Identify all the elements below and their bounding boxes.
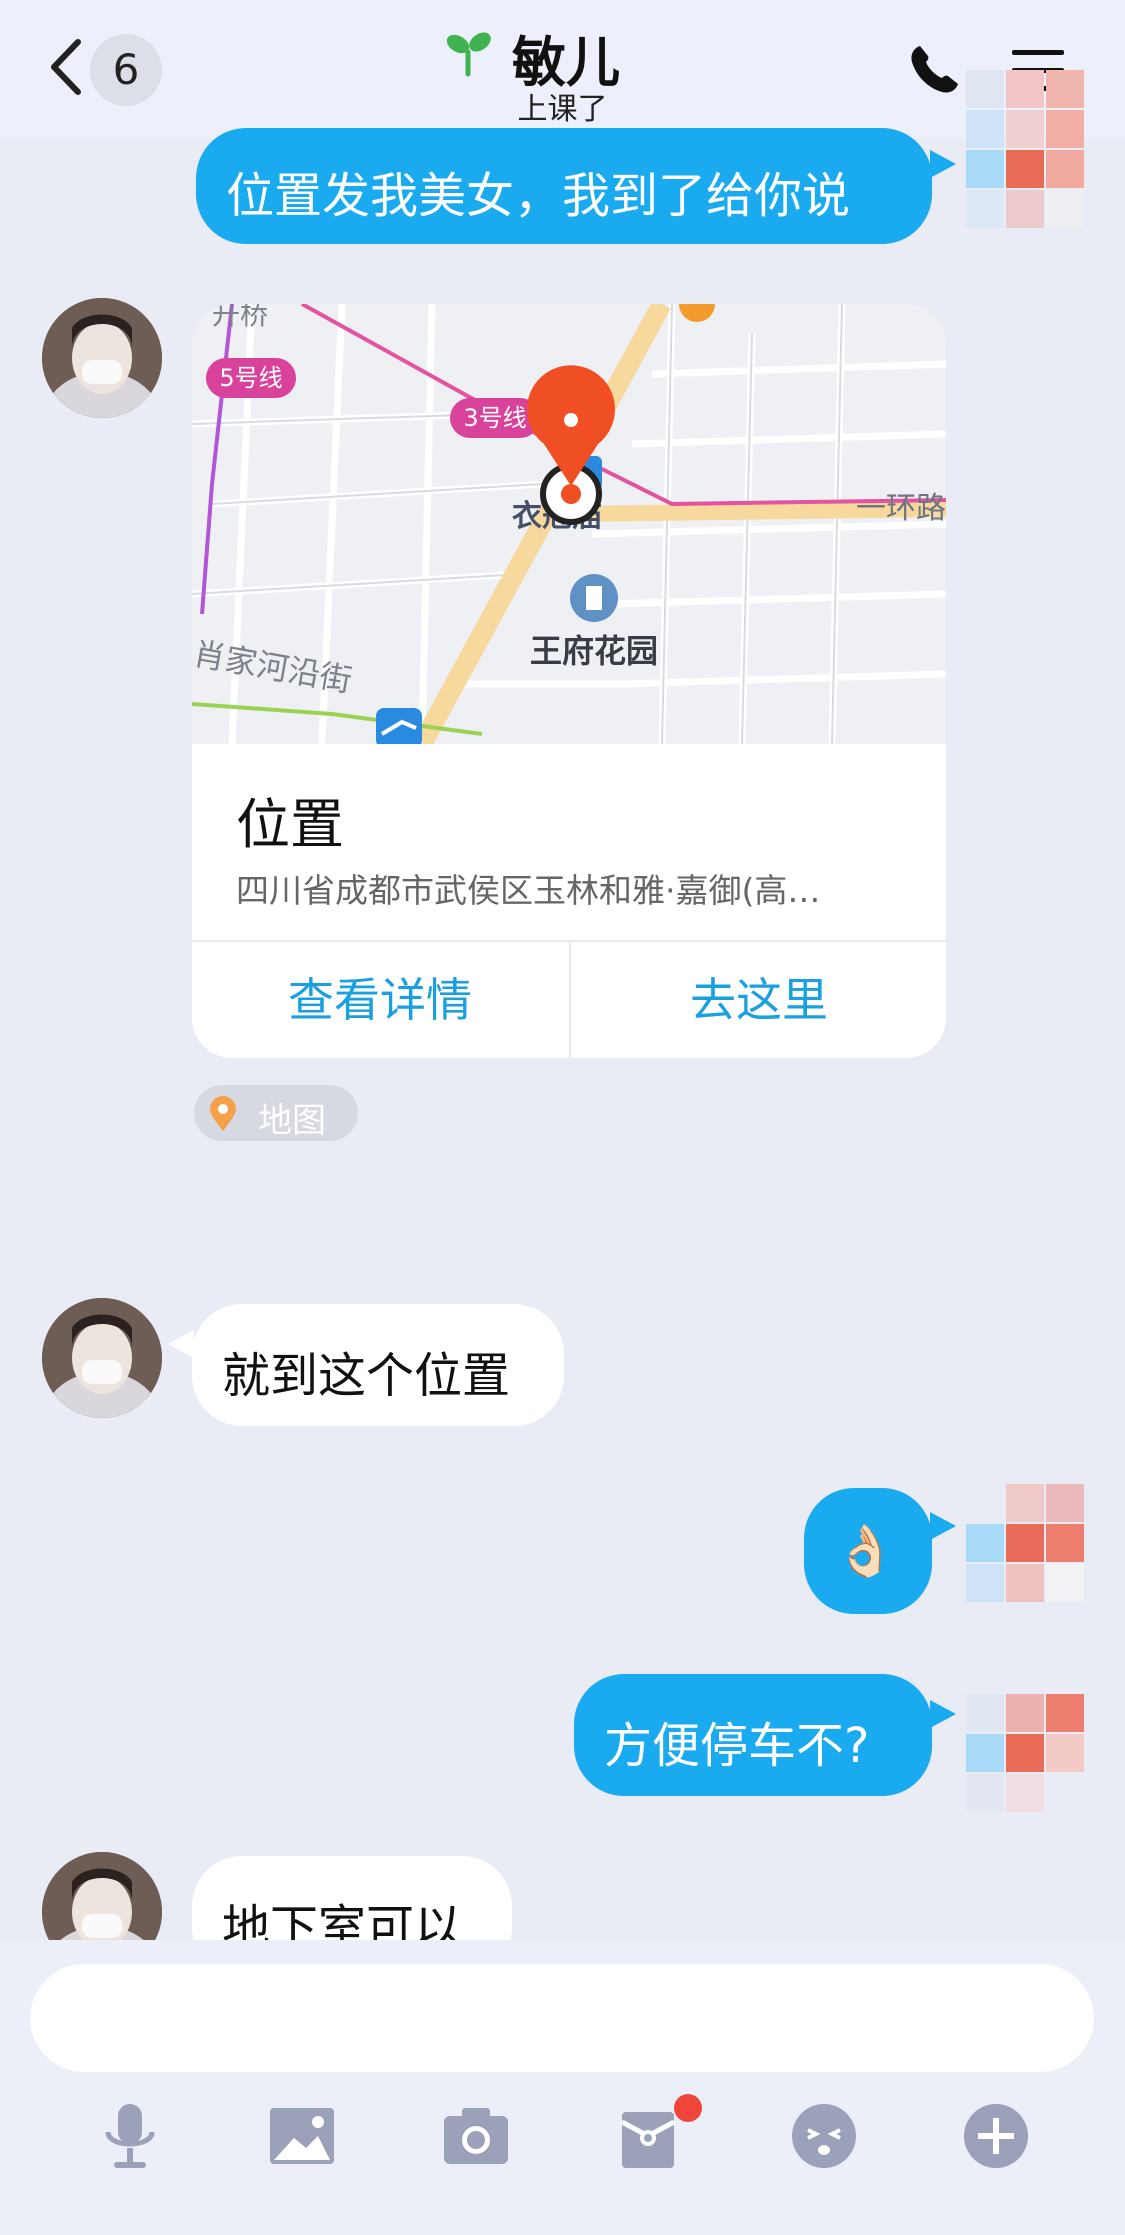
message-bubble-outgoing[interactable]: 方便停车不? xyxy=(574,1674,932,1796)
map-label-ring-road: 一环路 xyxy=(856,491,946,526)
map-graphic: 5号线 3号线 衣冠庙 一环路 王府花园 肖家河沿街 升桥 xyxy=(192,304,946,749)
bubble-tail xyxy=(930,1512,956,1540)
message-bubble-incoming[interactable]: 就到这个位置 xyxy=(192,1304,564,1426)
image-icon[interactable] xyxy=(266,2100,338,2172)
sprout-icon xyxy=(446,32,491,77)
emoji-icon[interactable] xyxy=(788,2100,860,2172)
message-text: 位置发我美女，我到了给你说 xyxy=(226,168,851,224)
self-avatar[interactable] xyxy=(966,70,1116,270)
camera-icon[interactable] xyxy=(440,2100,512,2172)
contact-avatar[interactable] xyxy=(42,1298,162,1418)
message-bubble-outgoing[interactable]: 位置发我美女，我到了给你说 xyxy=(196,128,932,244)
chat-header: 6 敏儿 上课了 xyxy=(0,0,1125,138)
map-source-tag[interactable]: 地图 xyxy=(194,1085,358,1141)
bubble-tail xyxy=(930,1700,956,1728)
message-text: 方便停车不? xyxy=(604,1718,870,1774)
notification-dot xyxy=(674,2094,702,2122)
location-address: 四川省成都市武侯区玉林和雅·嘉御(高… xyxy=(236,871,821,910)
map-label-line5: 5号线 xyxy=(219,364,282,392)
self-avatar[interactable] xyxy=(966,1694,1116,1854)
composer xyxy=(0,1940,1125,2235)
microphone-icon[interactable] xyxy=(94,2100,166,2172)
map-preview[interactable]: 5号线 3号线 衣冠庙 一环路 王府花园 肖家河沿街 升桥 xyxy=(192,304,946,749)
ok-hand-emoji: 👌🏻 xyxy=(834,1522,897,1580)
view-details-button[interactable]: 查看详情 xyxy=(192,942,568,1058)
avatar-image xyxy=(42,298,162,418)
contact-avatar[interactable] xyxy=(42,298,162,418)
location-card[interactable]: 5号线 3号线 衣冠庙 一环路 王府花园 肖家河沿街 升桥 位置 四川省成都市武… xyxy=(192,304,946,1058)
phone-icon[interactable] xyxy=(906,42,962,98)
map-tag-label: 地图 xyxy=(258,1101,326,1141)
map-label-top-left: 升桥 xyxy=(212,304,268,331)
avatar-image xyxy=(42,1298,162,1418)
location-title: 位置 xyxy=(236,793,344,856)
navigate-here-button[interactable]: 去这里 xyxy=(571,942,946,1058)
self-avatar[interactable] xyxy=(966,1484,1116,1644)
location-pin-icon xyxy=(210,1096,236,1131)
message-input[interactable] xyxy=(30,1964,1094,2072)
plus-icon[interactable] xyxy=(960,2100,1032,2172)
message-text: 就到这个位置 xyxy=(222,1348,511,1404)
map-label-line3: 3号线 xyxy=(463,404,526,432)
bubble-tail xyxy=(168,1330,194,1358)
map-label-garden: 王府花园 xyxy=(530,632,658,670)
bubble-tail xyxy=(930,150,956,178)
message-bubble-outgoing[interactable]: 👌🏻 xyxy=(804,1488,932,1614)
